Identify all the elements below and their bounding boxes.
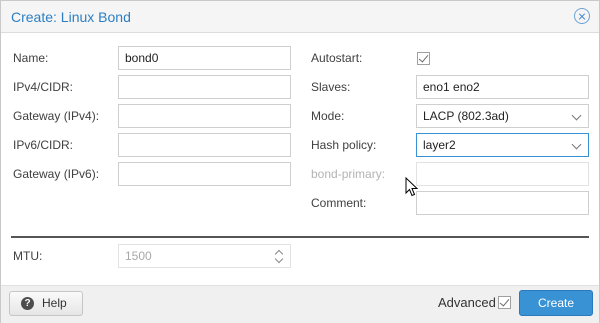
help-button[interactable]: ? Help — [9, 291, 83, 316]
advanced-checkbox[interactable] — [498, 296, 511, 309]
close-icon[interactable] — [574, 8, 590, 24]
ipv4-cidr-label: IPv4/CIDR: — [13, 80, 74, 94]
ipv6-cidr-input[interactable] — [118, 133, 291, 157]
comment-input[interactable] — [416, 191, 589, 215]
dialog-titlebar: Create: Linux Bond — [1, 1, 599, 33]
mode-value: LACP (802.3ad) — [423, 109, 509, 123]
name-input[interactable]: bond0 — [118, 46, 291, 70]
bond-primary-label: bond-primary: — [311, 167, 386, 181]
comment-label: Comment: — [311, 196, 367, 210]
hash-policy-select[interactable]: layer2 — [416, 133, 589, 157]
question-circle-icon: ? — [21, 297, 34, 310]
gateway-ipv4-input[interactable] — [118, 104, 291, 128]
name-label: Name: — [13, 51, 49, 65]
advanced-label: Advanced — [438, 295, 496, 310]
chevron-down-icon[interactable] — [571, 139, 582, 150]
hash-policy-value: layer2 — [423, 138, 456, 152]
help-button-label: Help — [42, 296, 67, 310]
mode-select[interactable]: LACP (802.3ad) — [416, 104, 589, 128]
ipv4-cidr-input[interactable] — [118, 75, 291, 99]
slaves-input[interactable]: eno1 eno2 — [416, 75, 589, 99]
autostart-label: Autostart: — [311, 51, 363, 65]
mtu-label: MTU: — [13, 249, 43, 263]
name-value: bond0 — [125, 51, 159, 65]
spinner-arrows-icon[interactable] — [274, 248, 284, 264]
create-linux-bond-dialog: Create: Linux Bond Name: bond0 IPv4/CIDR… — [0, 0, 600, 323]
section-divider — [11, 236, 589, 238]
dialog-footer: ? Help Advanced Create — [1, 285, 599, 323]
slaves-label: Slaves: — [311, 80, 351, 94]
gateway-ipv6-input[interactable] — [118, 162, 291, 186]
create-button[interactable]: Create — [519, 290, 593, 316]
mouse-pointer-icon — [405, 177, 419, 197]
autostart-checkbox[interactable] — [417, 52, 430, 65]
mtu-spinner-input[interactable]: 1500 — [118, 244, 291, 268]
mode-label: Mode: — [311, 109, 345, 123]
ipv6-cidr-label: IPv6/CIDR: — [13, 138, 74, 152]
mtu-placeholder: 1500 — [125, 249, 152, 263]
hash-policy-label: Hash policy: — [311, 138, 377, 152]
bond-primary-input[interactable] — [416, 162, 589, 186]
slaves-value: eno1 eno2 — [423, 80, 480, 94]
dialog-title: Create: Linux Bond — [11, 9, 131, 25]
gateway-ipv6-label: Gateway (IPv6): — [13, 167, 100, 181]
gateway-ipv4-label: Gateway (IPv4): — [13, 109, 100, 123]
chevron-down-icon[interactable] — [571, 110, 582, 121]
